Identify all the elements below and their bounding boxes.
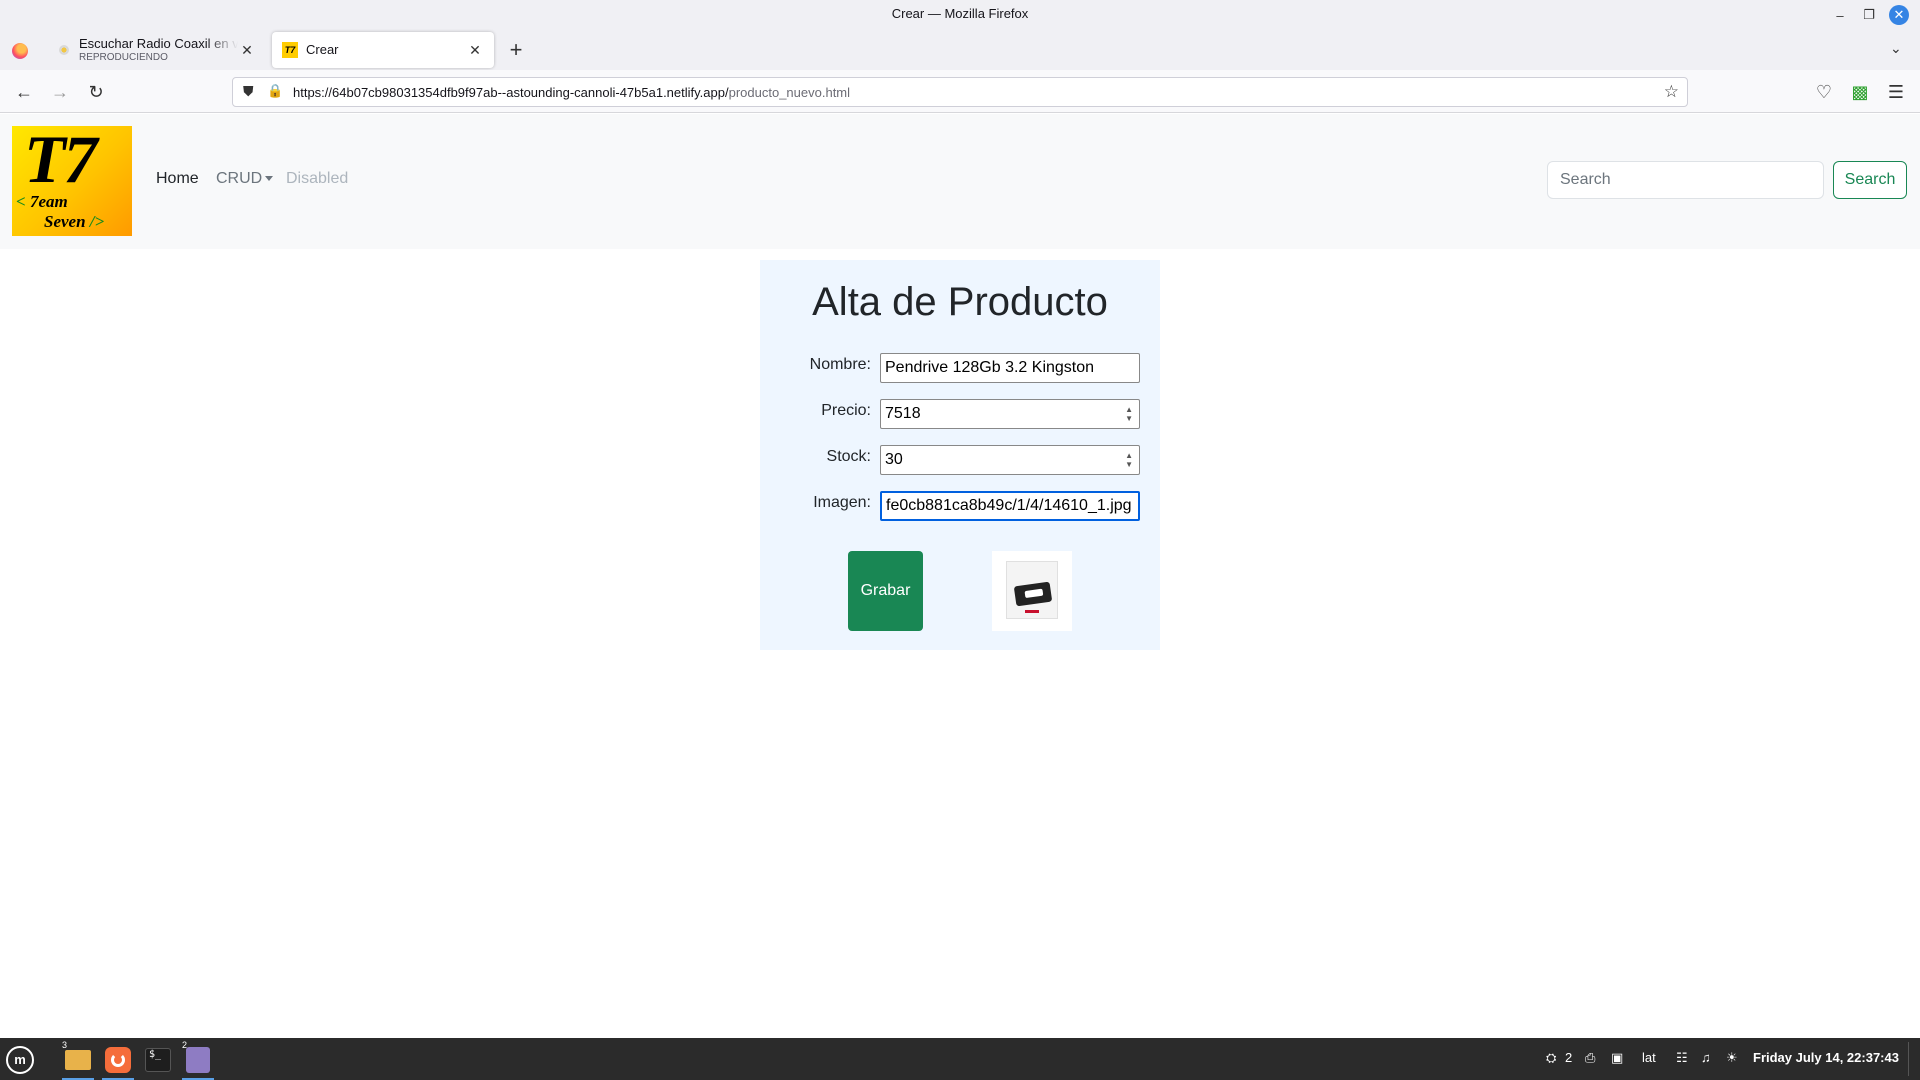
caret-down-icon <box>265 176 274 182</box>
update-shield-icon[interactable]: ⛭ <box>1546 1050 1556 1066</box>
terminal-app-icon[interactable]: $_ <box>140 1042 176 1078</box>
grabar-button[interactable]: Grabar <box>848 551 923 631</box>
clipboard-icon[interactable]: ▣ <box>1611 1050 1623 1066</box>
taskbar: m 3 $_ 2 ⛭ 2 ⎙ ▣ lat ☷ ♫ ☀ Friday July 1… <box>0 1038 1920 1080</box>
firefox-app-icon[interactable] <box>100 1042 136 1080</box>
hamburger-menu-icon[interactable]: ☰ <box>1884 80 1908 104</box>
stock-label: Stock: <box>826 448 871 465</box>
tab-bar: Escuchar Radio Coaxil en vivo REPRODUCIE… <box>0 30 1920 70</box>
url-text[interactable]: https://64b07cb98031354dfb9f97ab--astoun… <box>293 85 850 100</box>
pendrive-package-image <box>1006 561 1058 619</box>
printer-icon[interactable]: ⎙ <box>1585 1050 1595 1066</box>
close-window-icon[interactable]: ✕ <box>1889 5 1909 25</box>
nombre-input[interactable]: Pendrive 128Gb 3.2 Kingston <box>880 353 1140 383</box>
pocket-icon[interactable]: ♡ <box>1812 80 1836 104</box>
team-seven-logo[interactable]: T7 < 7eam Seven /> <box>12 126 132 236</box>
tab-crear[interactable]: T7 Crear ✕ <box>272 32 494 68</box>
radio-favicon-icon <box>59 45 69 55</box>
list-all-tabs-icon[interactable]: ⌄ <box>1890 40 1902 57</box>
nav-home-link[interactable]: Home <box>156 170 199 188</box>
maximize-icon[interactable]: ❐ <box>1859 5 1879 25</box>
page-title: Alta de Producto <box>812 280 1108 324</box>
stock-input[interactable]: 30 ▲ ▼ <box>880 445 1140 475</box>
browser-toolbar: ← → ↻ ⛊ 🔒 https://64b07cb98031354dfb9f97… <box>0 70 1920 113</box>
address-bar[interactable]: ⛊ 🔒 https://64b07cb98031354dfb9f97ab--as… <box>232 77 1688 107</box>
precio-input[interactable]: 7518 ▲ ▼ <box>880 399 1140 429</box>
bookmark-star-icon[interactable]: ☆ <box>1664 82 1679 102</box>
search-input[interactable] <box>1547 161 1824 199</box>
product-form-card: Alta de Producto Nombre: Pendrive 128Gb … <box>760 260 1160 650</box>
nombre-row: Nombre: Pendrive 128Gb 3.2 Kingston <box>760 353 1160 383</box>
forward-arrow-icon[interactable]: → <box>48 80 72 104</box>
nombre-label: Nombre: <box>809 356 871 373</box>
number-spinner-icon[interactable]: ▲ ▼ <box>1125 405 1133 423</box>
imagen-label: Imagen: <box>813 494 871 511</box>
tracking-shield-icon[interactable]: ⛊ <box>243 83 254 100</box>
stock-row: Stock: 30 ▲ ▼ <box>760 445 1160 475</box>
imagen-url-input[interactable]: fe0cb881ca8b49c/1/4/14610_1.jpg <box>880 491 1140 521</box>
site-navbar: T7 < 7eam Seven /> Home CRUD Disabled Se… <box>0 114 1920 249</box>
files-app-icon[interactable]: 3 <box>60 1040 96 1080</box>
clock[interactable]: Friday July 14, 22:37:43 <box>1753 1050 1899 1065</box>
extension-icon[interactable]: ▩ <box>1848 80 1872 104</box>
lock-icon[interactable]: 🔒 <box>267 83 283 99</box>
page-viewport: T7 < 7eam Seven /> Home CRUD Disabled Se… <box>0 114 1920 1038</box>
tab-title: Escuchar Radio Coaxil en vivo <box>79 37 238 52</box>
precio-row: Precio: 7518 ▲ ▼ <box>760 399 1160 429</box>
nav-crud-dropdown[interactable]: CRUD <box>216 170 274 188</box>
text-editor-app-icon[interactable]: 2 <box>180 1040 216 1080</box>
update-count: 2 <box>1565 1050 1573 1065</box>
tab-radio-coaxil[interactable]: Escuchar Radio Coaxil en vivo REPRODUCIE… <box>46 32 266 68</box>
keyboard-layout[interactable]: lat <box>1642 1050 1656 1065</box>
number-spinner-icon[interactable]: ▲ ▼ <box>1125 451 1133 469</box>
mint-menu-icon[interactable]: m <box>6 1046 34 1074</box>
product-image-preview <box>992 551 1072 631</box>
brightness-icon[interactable]: ☀ <box>1726 1050 1738 1066</box>
imagen-row: Imagen: fe0cb881ca8b49c/1/4/14610_1.jpg <box>760 491 1160 521</box>
tab-title: Crear <box>306 42 339 57</box>
precio-label: Precio: <box>821 402 871 419</box>
sound-icon[interactable]: ♫ <box>1701 1050 1711 1065</box>
firefox-view-icon[interactable] <box>12 43 28 59</box>
window-title: Crear — Mozilla Firefox <box>891 6 1029 21</box>
search-button[interactable]: Search <box>1833 161 1907 199</box>
new-tab-icon[interactable]: + <box>504 38 528 62</box>
tab-playing-label: REPRODUCIENDO <box>79 51 168 63</box>
close-tab-icon[interactable]: ✕ <box>238 42 256 59</box>
t7-favicon-icon: T7 <box>282 42 298 58</box>
reload-icon[interactable]: ↻ <box>84 80 108 104</box>
minimize-icon[interactable]: – <box>1830 5 1850 25</box>
network-icon[interactable]: ☷ <box>1676 1050 1688 1066</box>
show-desktop-button[interactable] <box>1908 1042 1916 1076</box>
nav-disabled-link: Disabled <box>286 170 349 187</box>
close-tab-icon[interactable]: ✕ <box>466 42 484 59</box>
window-titlebar: Crear — Mozilla Firefox – ❐ ✕ <box>0 0 1920 30</box>
back-arrow-icon[interactable]: ← <box>12 80 36 104</box>
